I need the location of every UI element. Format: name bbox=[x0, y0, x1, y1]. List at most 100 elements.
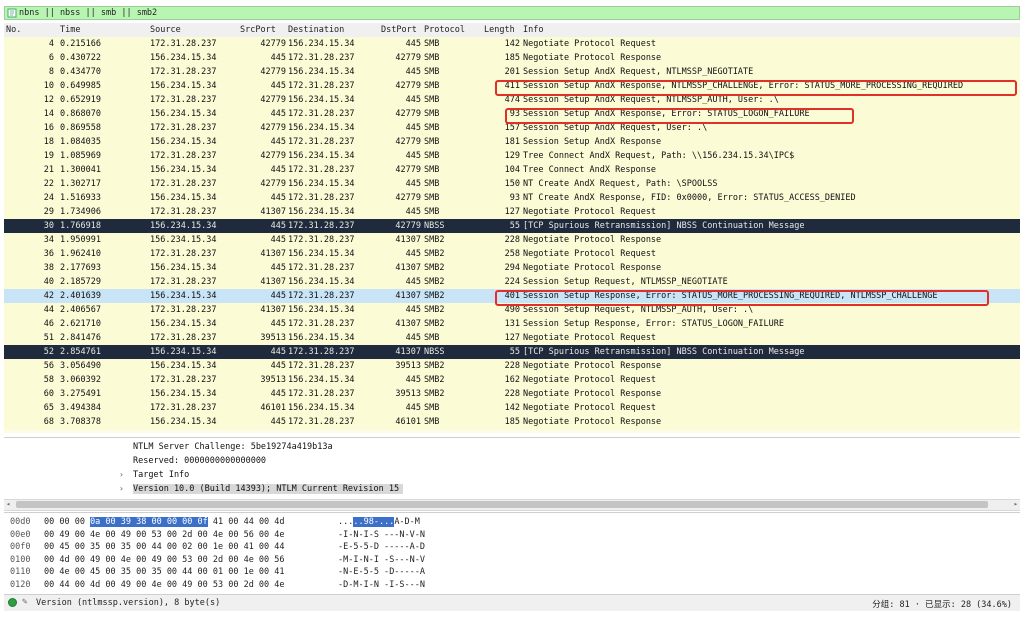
packet-list[interactable]: 4 0.215166 172.31.28.237 42779 156.234.15.34… bbox=[4, 37, 1020, 433]
packet-row[interactable]: 29 1.734906 172.31.28.237 41307 156.234.15.3… bbox=[4, 205, 1020, 219]
cell-time: 1.962410 bbox=[60, 249, 101, 259]
cell-time: 0.649985 bbox=[60, 81, 101, 91]
detail-reserved[interactable]: Reserved: 0000000000000000 bbox=[133, 456, 266, 466]
cell-dstport: 445 bbox=[405, 179, 421, 189]
packet-row[interactable]: 42 2.401639 156.234.15.34 445 172.31.28.237 4… bbox=[4, 289, 1020, 303]
packet-row[interactable]: 24 1.516933 156.234.15.34 445 172.31.28.237 4… bbox=[4, 191, 1020, 205]
cell-info: Session Setup AndX Request, NTLMSSP_NEGO… bbox=[523, 67, 754, 77]
packet-row[interactable]: 14 0.868070 156.234.15.34 445 172.31.28.237 4… bbox=[4, 107, 1020, 121]
packet-row[interactable]: 38 2.177693 156.234.15.34 445 172.31.28.237 4… bbox=[4, 261, 1020, 275]
hex-ascii[interactable]: -D-M-I-N -I-S---N bbox=[338, 580, 425, 590]
cell-srcport: 445 bbox=[270, 263, 286, 273]
col-srcport[interactable]: SrcPort bbox=[240, 25, 276, 35]
cell-dstport: 39513 bbox=[395, 389, 421, 399]
packet-row[interactable]: 44 2.406567 172.31.28.237 41307 156.234.15.3… bbox=[4, 303, 1020, 317]
cell-length: 411 bbox=[504, 81, 520, 91]
packet-row[interactable]: 65 3.494384 172.31.28.237 46101 156.234.15.3… bbox=[4, 401, 1020, 415]
horizontal-scrollbar[interactable]: ◂ ▸ bbox=[4, 499, 1020, 511]
status-bar: ✎ Version (ntlmssp.version), 8 byte(s) 分… bbox=[4, 594, 1020, 611]
cell-time: 3.056490 bbox=[60, 361, 101, 371]
cell-protocol: SMB bbox=[424, 123, 440, 133]
scroll-left-icon[interactable]: ◂ bbox=[6, 500, 10, 508]
packet-row[interactable]: 36 1.962410 172.31.28.237 41307 156.234.15.3… bbox=[4, 247, 1020, 261]
detail-target-info[interactable]: Target Info bbox=[133, 470, 189, 480]
col-info[interactable]: Info bbox=[523, 25, 543, 35]
expand-arrow-icon[interactable]: › bbox=[119, 484, 124, 493]
hex-ascii[interactable]: -N-E-5-5 -D-----A bbox=[338, 567, 425, 577]
cell-time: 1.085969 bbox=[60, 151, 101, 161]
cell-time: 1.084035 bbox=[60, 137, 101, 147]
scroll-right-icon[interactable]: ▸ bbox=[1014, 500, 1018, 508]
cell-protocol: SMB2 bbox=[424, 249, 445, 259]
packet-row[interactable]: 18 1.084035 156.234.15.34 445 172.31.28.237 4… bbox=[4, 135, 1020, 149]
col-length[interactable]: Length bbox=[484, 25, 515, 35]
packet-row[interactable]: 30 1.766918 156.234.15.34 445 172.31.28.237 4… bbox=[4, 219, 1020, 233]
hex-ascii[interactable]: .....98-...A-D-M bbox=[338, 517, 420, 527]
packet-row[interactable]: 21 1.300041 156.234.15.34 445 172.31.28.237 4… bbox=[4, 163, 1020, 177]
packet-row[interactable]: 56 3.056490 156.234.15.34 445 172.31.28.237 3… bbox=[4, 359, 1020, 373]
scrollbar-thumb[interactable] bbox=[16, 501, 988, 508]
cell-destination: 156.234.15.34 bbox=[288, 207, 355, 217]
cell-length: 93 bbox=[509, 193, 520, 203]
hex-bytes[interactable]: 00 49 00 4e 00 49 00 53 00 2d 00 4e 00 5… bbox=[44, 530, 285, 540]
bookmark-icon[interactable] bbox=[7, 8, 17, 18]
cell-source: 156.234.15.34 bbox=[150, 389, 217, 399]
cell-no: 18 bbox=[43, 137, 54, 147]
expert-info-icon[interactable] bbox=[8, 598, 17, 607]
hex-bytes[interactable]: 00 45 00 35 00 35 00 44 00 02 00 1e 00 4… bbox=[44, 542, 285, 552]
packet-row[interactable]: 10 0.649985 156.234.15.34 445 172.31.28.237 4… bbox=[4, 79, 1020, 93]
filter-input[interactable]: nbns || nbss || smb || smb2 bbox=[19, 8, 157, 18]
packet-row[interactable]: 51 2.841476 172.31.28.237 39513 156.234.15.3… bbox=[4, 331, 1020, 345]
packet-details-pane[interactable]: NTLM Server Challenge: 5be19274a419b13a … bbox=[4, 437, 1020, 500]
hex-ascii-apre: -D-M-I-N - bbox=[338, 579, 390, 590]
packet-row[interactable]: 40 2.185729 172.31.28.237 41307 156.234.15.3… bbox=[4, 275, 1020, 289]
packet-row[interactable]: 34 1.950991 156.234.15.34 445 172.31.28.237 4… bbox=[4, 233, 1020, 247]
cell-source: 172.31.28.237 bbox=[150, 123, 217, 133]
cell-length: 142 bbox=[504, 403, 520, 413]
cell-srcport: 39513 bbox=[260, 375, 286, 385]
packet-bytes-pane[interactable]: 00d0 00 00 00 0a 00 39 38 00 00 00 0f 41 … bbox=[4, 512, 1020, 593]
col-destination[interactable]: Destination bbox=[288, 25, 344, 35]
packet-row[interactable]: 16 0.869558 172.31.28.237 42779 156.234.15.3… bbox=[4, 121, 1020, 135]
hex-bytes[interactable]: 00 44 00 4d 00 49 00 4e 00 49 00 53 00 2… bbox=[44, 580, 285, 590]
col-dstport[interactable]: DstPort bbox=[381, 25, 417, 35]
packet-row[interactable]: 12 0.652919 172.31.28.237 42779 156.234.15.3… bbox=[4, 93, 1020, 107]
expand-arrow-icon[interactable]: › bbox=[119, 470, 124, 479]
hex-ascii[interactable]: -M-I-N-I -S---N-V bbox=[338, 555, 425, 565]
cell-dstport: 445 bbox=[405, 333, 421, 343]
cell-info: Session Setup AndX Request, NTLMSSP_AUTH… bbox=[523, 95, 779, 105]
cell-destination: 156.234.15.34 bbox=[288, 249, 355, 259]
col-time[interactable]: Time bbox=[60, 25, 80, 35]
packet-row[interactable]: 22 1.302717 172.31.28.237 42779 156.234.15.3… bbox=[4, 177, 1020, 191]
hex-bytes[interactable]: 00 4d 00 49 00 4e 00 49 00 53 00 2d 00 4… bbox=[44, 555, 285, 565]
col-no[interactable]: No. bbox=[6, 25, 21, 35]
col-protocol[interactable]: Protocol bbox=[424, 25, 465, 35]
packet-row[interactable]: 68 3.708378 156.234.15.34 445 172.31.28.237 4… bbox=[4, 415, 1020, 429]
hex-ascii-apost: S---N-V bbox=[389, 554, 426, 565]
cell-time: 1.300041 bbox=[60, 165, 101, 175]
cell-srcport: 445 bbox=[270, 347, 286, 357]
cell-destination: 172.31.28.237 bbox=[288, 389, 355, 399]
cell-no: 52 bbox=[43, 347, 54, 357]
hex-ascii[interactable]: -E-5-5-D -----A-D bbox=[338, 542, 425, 552]
packet-row[interactable]: 58 3.060392 172.31.28.237 39513 156.234.15.3… bbox=[4, 373, 1020, 387]
cell-destination: 156.234.15.34 bbox=[288, 305, 355, 315]
packet-row[interactable]: 19 1.085969 172.31.28.237 42779 156.234.15.3… bbox=[4, 149, 1020, 163]
packet-row[interactable]: 46 2.621710 156.234.15.34 445 172.31.28.237 4… bbox=[4, 317, 1020, 331]
cell-no: 65 bbox=[43, 403, 54, 413]
hex-ascii-apre: -I-N-I-S - bbox=[338, 529, 390, 540]
hex-bytes[interactable]: 00 4e 00 45 00 35 00 35 00 44 00 01 00 1… bbox=[44, 567, 285, 577]
hex-ascii[interactable]: -I-N-I-S ---N-V-N bbox=[338, 530, 425, 540]
edit-comment-icon[interactable]: ✎ bbox=[22, 597, 27, 607]
cell-no: 51 bbox=[43, 333, 54, 343]
packet-row[interactable]: 60 3.275491 156.234.15.34 445 172.31.28.237 3… bbox=[4, 387, 1020, 401]
packet-row[interactable]: 8 0.434770 172.31.28.237 42779 156.234.15.34… bbox=[4, 65, 1020, 79]
packet-row[interactable]: 4 0.215166 172.31.28.237 42779 156.234.15.34… bbox=[4, 37, 1020, 51]
detail-version[interactable]: Version 10.0 (Build 14393); NTLM Current… bbox=[133, 484, 404, 494]
hex-bytes[interactable]: 00 00 00 0a 00 39 38 00 00 00 0f 41 00 4… bbox=[44, 517, 285, 527]
packet-row[interactable]: 52 2.854761 156.234.15.34 445 172.31.28.237 4… bbox=[4, 345, 1020, 359]
display-filter-bar[interactable]: nbns || nbss || smb || smb2 bbox=[4, 6, 1020, 20]
col-source[interactable]: Source bbox=[150, 25, 181, 35]
detail-server-challenge[interactable]: NTLM Server Challenge: 5be19274a419b13a bbox=[133, 442, 333, 452]
packet-row[interactable]: 6 0.430722 156.234.15.34 445 172.31.28.237 42… bbox=[4, 51, 1020, 65]
